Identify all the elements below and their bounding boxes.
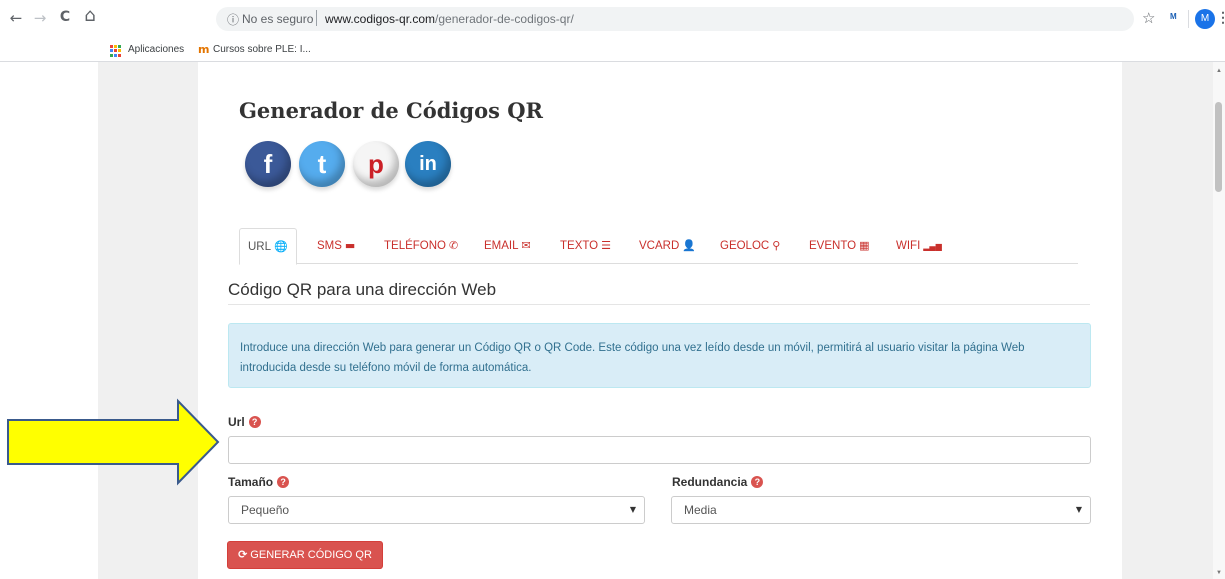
- scroll-thumb[interactable]: [1215, 102, 1222, 192]
- info-alert: Introduce una dirección Web para generar…: [228, 323, 1091, 388]
- home-icon[interactable]: ⌂: [80, 5, 100, 26]
- twitter-icon[interactable]: t: [299, 141, 345, 187]
- size-select-value: Pequeño: [241, 503, 290, 517]
- section-title: Código QR para una dirección Web: [228, 280, 497, 299]
- refresh-icon: ⟳: [238, 548, 248, 561]
- address-separator: [316, 10, 317, 26]
- redundancy-label-text: Redundancia: [672, 475, 748, 489]
- envelope-icon: ✉: [521, 239, 531, 252]
- bookmarks-bar: Aplicaciones m Cursos sobre PLE: I...: [0, 40, 1225, 62]
- twitter-glyph: t: [317, 149, 327, 179]
- page-title: Generador de Códigos QR: [239, 98, 543, 123]
- phone-icon: ✆: [448, 239, 459, 252]
- left-gutter: [0, 62, 198, 579]
- tab-geoloc-label: GEOLOC: [720, 240, 770, 252]
- tab-wifi-label: WIFI: [896, 240, 921, 252]
- url-input[interactable]: [228, 436, 1091, 464]
- comment-icon: ▬: [344, 239, 356, 252]
- user-icon: 👤: [682, 239, 696, 252]
- tab-telefono-label: TELÉFONO: [384, 240, 446, 252]
- calendar-icon: ▦: [859, 239, 870, 252]
- tab-telefono[interactable]: TELÉFONO ✆: [384, 228, 458, 264]
- address-bar[interactable]: ⓘ No es seguro www.codigos-qr.com/genera…: [216, 7, 1134, 31]
- tab-wifi[interactable]: WIFI ▂▄▆: [896, 228, 942, 264]
- tab-sms[interactable]: SMS ▬: [317, 228, 355, 264]
- redundancy-select[interactable]: Media ▼: [671, 496, 1091, 524]
- left-gutter-bar: [98, 62, 198, 579]
- tab-texto[interactable]: TEXTO ☰: [560, 228, 611, 264]
- facebook-icon[interactable]: f: [245, 141, 291, 187]
- linkedin-glyph: in: [419, 153, 437, 175]
- back-icon[interactable]: ←: [6, 9, 26, 27]
- scroll-up-icon[interactable]: ▲: [1216, 68, 1222, 74]
- scroll-down-icon[interactable]: ▼: [1216, 570, 1222, 576]
- main-content: Generador de Códigos QR f t p in URL 🌐 SM…: [198, 62, 1122, 579]
- generate-qr-label: GENERAR CÓDIGO QR: [250, 549, 372, 561]
- tab-sms-label: SMS: [317, 240, 342, 252]
- chevron-down-icon: ▼: [1075, 505, 1082, 514]
- chevron-down-icon: ▼: [629, 505, 636, 514]
- tab-evento[interactable]: EVENTO ▦: [809, 228, 869, 264]
- url-path: /generador-de-codigos-qr/: [435, 12, 574, 26]
- menu-icon[interactable]: ⋮: [1216, 9, 1225, 26]
- browser-toolbar: ← → C ⌂ ⓘ No es seguro www.codigos-qr.co…: [0, 0, 1225, 40]
- url-label-text: Url: [228, 415, 245, 429]
- forward-icon[interactable]: →: [30, 9, 50, 27]
- redundancy-label: Redundancia?: [672, 475, 764, 489]
- bookmark-apps[interactable]: Aplicaciones: [128, 44, 184, 55]
- arrow-pointer-icon: [7, 398, 220, 486]
- tab-vcard[interactable]: VCARD 👤: [639, 228, 696, 264]
- url-host: www.codigos-qr.com: [325, 12, 436, 26]
- globe-icon: 🌐: [274, 240, 288, 253]
- tab-email[interactable]: EMAIL ✉: [484, 228, 531, 264]
- section-divider: [228, 304, 1090, 305]
- map-marker-icon: ⚲: [772, 239, 781, 252]
- generate-qr-button[interactable]: ⟳ GENERAR CÓDIGO QR: [227, 541, 383, 569]
- tab-vcard-label: VCARD: [639, 240, 680, 252]
- bookmark-favicon: m: [198, 43, 210, 56]
- url-text[interactable]: www.codigos-qr.com/generador-de-codigos-…: [325, 12, 574, 26]
- page-scrollbar[interactable]: ▲ ▼: [1213, 62, 1225, 579]
- qr-type-tabs: URL 🌐 SMS ▬ TELÉFONO ✆ EMAIL ✉ TEXTO ☰ VCARD 👤…: [239, 228, 1078, 265]
- size-select[interactable]: Pequeño ▼: [228, 496, 645, 524]
- url-label: Url?: [228, 415, 261, 429]
- size-label: Tamaño?: [228, 475, 290, 489]
- size-label-text: Tamaño: [228, 475, 274, 489]
- tab-email-label: EMAIL: [484, 240, 519, 252]
- tab-geoloc[interactable]: GEOLOC ⚲: [720, 228, 780, 264]
- signal-icon: ▂▄▆: [923, 242, 942, 251]
- pinterest-glyph: p: [368, 149, 384, 179]
- bookmark-ple-courses[interactable]: Cursos sobre PLE: I...: [213, 44, 311, 55]
- bookmark-star-icon[interactable]: ☆: [1142, 9, 1155, 27]
- tab-evento-label: EVENTO: [809, 240, 857, 252]
- redundancy-select-value: Media: [684, 503, 717, 517]
- tab-url-label: URL: [248, 241, 272, 253]
- help-icon[interactable]: ?: [248, 416, 261, 428]
- linkedin-icon[interactable]: in: [405, 141, 451, 187]
- reload-icon[interactable]: C: [55, 9, 75, 25]
- tab-url[interactable]: URL 🌐: [239, 228, 297, 265]
- tab-texto-label: TEXTO: [560, 240, 599, 252]
- apps-grid-icon[interactable]: [110, 45, 122, 57]
- list-icon: ☰: [601, 239, 612, 252]
- pinterest-icon[interactable]: p: [353, 141, 399, 187]
- help-icon[interactable]: ?: [751, 476, 764, 488]
- facebook-glyph: f: [263, 149, 273, 179]
- extension-icon[interactable]: M: [1170, 12, 1177, 21]
- help-icon[interactable]: ?: [277, 476, 290, 488]
- toolbar-separator: [1188, 10, 1189, 28]
- info-icon[interactable]: ⓘ: [227, 11, 239, 28]
- profile-avatar[interactable]: M: [1195, 9, 1215, 29]
- right-gutter: [1122, 62, 1213, 579]
- security-status[interactable]: No es seguro: [242, 12, 313, 26]
